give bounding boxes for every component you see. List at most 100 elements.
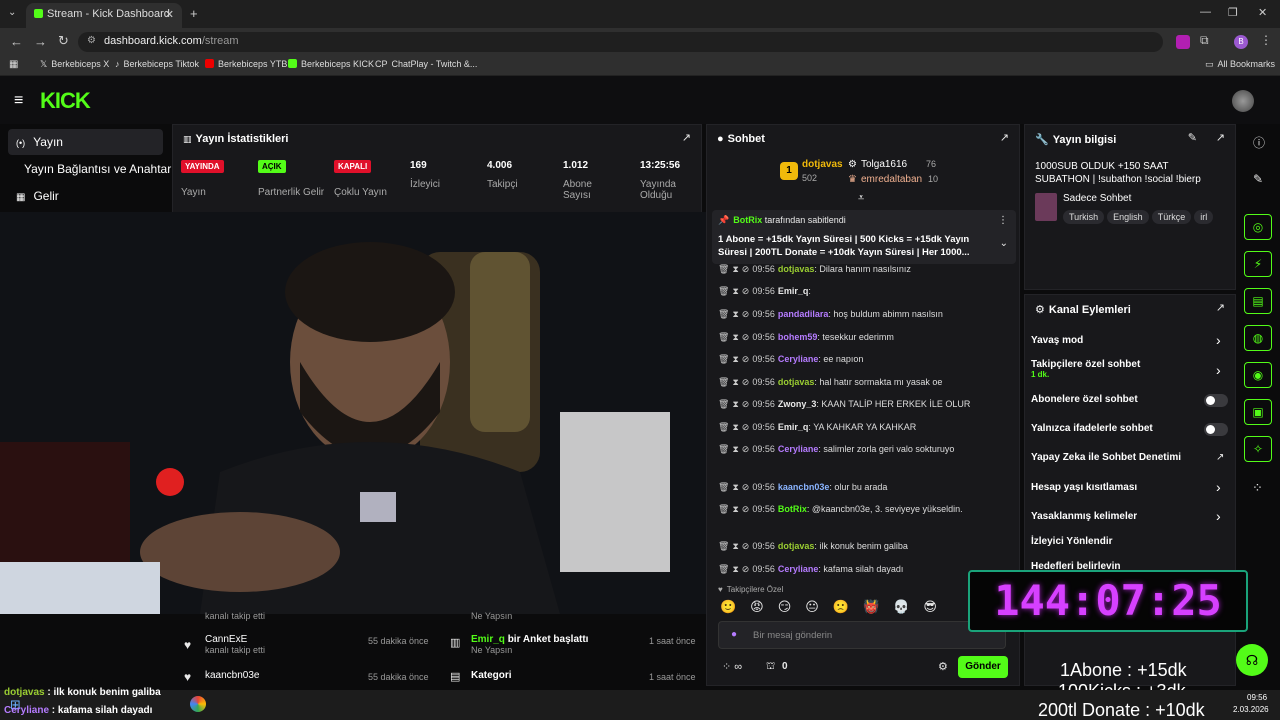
hamburger-menu-icon[interactable]: ≡ — [14, 92, 23, 110]
trash-icon[interactable]: 🗑 — [718, 564, 729, 574]
trash-icon[interactable]: 🗑 — [718, 377, 729, 387]
timeout-icon[interactable]: ⧗ — [732, 422, 738, 432]
ban-icon[interactable]: ⊘ — [742, 399, 750, 409]
chat-username[interactable]: BotRix — [778, 504, 807, 514]
trash-icon[interactable]: 🗑 — [718, 482, 729, 492]
menu-dots-icon[interactable]: ⋮ — [1260, 33, 1272, 47]
chat-message[interactable]: 🗑 ⧗ ⊘ 09:56 Emir_q: — [718, 284, 1006, 298]
timeout-icon[interactable]: ⧗ — [732, 541, 738, 551]
chat-message[interactable]: 🗑 ⧗ ⊘ 09:56 kaancbn03e: olur bu arada — [718, 480, 1006, 494]
chevron-right-icon[interactable]: › — [1216, 479, 1221, 495]
ban-icon[interactable]: ⊘ — [742, 564, 750, 574]
trash-icon[interactable]: 🗑 — [718, 422, 729, 432]
tab-close-icon[interactable]: ✕ — [165, 8, 174, 21]
timeout-icon[interactable]: ⧗ — [732, 332, 738, 342]
chat-message[interactable]: 🗑 ⧗ ⊘ 09:56 dotjavas: ilk konuk benim galiba — [718, 539, 1006, 553]
bookmark-x[interactable]: 𝕏 Berkebiceps X — [40, 59, 109, 70]
bookmark-kick[interactable]: Berkebiceps KICK — [288, 59, 374, 69]
bookmark-chatplay[interactable]: CP ChatPlay - Twitch &... — [375, 59, 477, 69]
user-avatar[interactable] — [1232, 90, 1254, 112]
chat-username[interactable]: dotjavas — [778, 541, 815, 551]
ban-icon[interactable]: ⊘ — [742, 286, 750, 296]
chat-username[interactable]: pandadilara — [778, 309, 829, 319]
chat-settings-icon[interactable]: ⚙ — [938, 660, 948, 673]
chat-username[interactable]: Emir_q — [778, 422, 809, 432]
trash-icon[interactable]: 🗑 — [718, 444, 729, 454]
wrench-icon[interactable]: ✧ — [1244, 436, 1272, 462]
back-icon[interactable]: ← — [10, 34, 23, 49]
subs-only-toggle[interactable] — [1204, 394, 1228, 407]
kick-logo[interactable]: KICK — [40, 88, 91, 114]
banned-words[interactable]: Yasaklanmış kelimeler — [1031, 511, 1137, 522]
set-goals[interactable]: Hedefleri belirleyin — [1031, 561, 1120, 569]
support-headset-icon[interactable]: ☊ — [1236, 644, 1268, 676]
timeout-icon[interactable]: ⧗ — [732, 377, 738, 387]
emote-row[interactable]: 🙂😡😏😐🙁👹💀😎 — [720, 599, 951, 615]
chat-username[interactable]: Ceryliane — [778, 354, 819, 364]
gift-icon[interactable]: ⛫ — [766, 661, 775, 674]
ban-icon[interactable]: ⊘ — [742, 377, 750, 387]
chevron-right-icon[interactable]: › — [1216, 508, 1221, 524]
url-input[interactable]: ⚙ dashboard.kick.com/stream — [78, 32, 1163, 52]
stream-video-preview[interactable] — [0, 212, 712, 614]
ban-icon[interactable]: ⊘ — [742, 264, 750, 274]
chat-message[interactable]: 🗑 ⧗ ⊘ 09:56 Ceryliane: ee napıon — [718, 352, 1006, 366]
apps-grid-icon[interactable]: ▦ — [9, 59, 18, 70]
forward-icon[interactable]: → — [34, 34, 47, 49]
ban-icon[interactable]: ⊘ — [742, 422, 750, 432]
camera-icon[interactable]: ◎ — [1244, 214, 1272, 240]
chat-bubble-icon[interactable]: ◍ — [1244, 325, 1272, 351]
chat-message[interactable]: 🗑 ⧗ ⊘ 09:56 dotjavas: hal hatır sormakta mı … — [718, 375, 1006, 389]
ban-icon[interactable]: ⊘ — [742, 444, 750, 454]
emote-only-toggle[interactable] — [1204, 423, 1228, 436]
expand-leaderboard-icon[interactable]: ⩡ — [858, 192, 864, 205]
slow-mode[interactable]: Yavaş mod — [1031, 335, 1083, 346]
browser-tab[interactable]: Stream - Kick Dashboard ✕ — [26, 3, 182, 28]
site-info-icon[interactable]: ⚙ — [87, 35, 96, 46]
ban-icon[interactable]: ⊘ — [742, 482, 750, 492]
info-popout-icon[interactable]: ↗ — [1216, 131, 1225, 144]
send-button[interactable]: Gönder — [958, 656, 1008, 678]
category-name[interactable]: Sadece Sohbet — [1063, 193, 1131, 204]
ban-icon[interactable]: ⊘ — [742, 541, 750, 551]
timeout-icon[interactable]: ⧗ — [732, 482, 738, 492]
save-icon[interactable]: ▣ — [1244, 399, 1272, 425]
actions-popout-icon[interactable]: ↗ — [1216, 301, 1225, 314]
bookmark-youtube[interactable]: Berkebiceps YTB — [205, 59, 287, 69]
nav-item-revenue[interactable]: ▦ Gelir — [8, 183, 163, 209]
chevron-right-icon[interactable]: › — [1216, 362, 1221, 378]
ban-icon[interactable]: ⊘ — [742, 309, 750, 319]
ban-icon[interactable]: ⊘ — [742, 332, 750, 342]
extensions-puzzle-icon[interactable]: ⧉ — [1200, 33, 1209, 48]
maximize-icon[interactable]: ❐ — [1228, 6, 1238, 19]
external-link-icon[interactable]: ↗ — [1216, 452, 1224, 463]
raid[interactable]: İzleyici Yönlendir — [1031, 536, 1113, 547]
timeout-icon[interactable]: ⧗ — [732, 444, 738, 454]
chevron-down-icon[interactable]: ⌄ — [1000, 238, 1008, 249]
trash-icon[interactable]: 🗑 — [718, 504, 729, 514]
trash-icon[interactable]: 🗑 — [718, 541, 729, 551]
timeout-icon[interactable]: ⧗ — [732, 309, 738, 319]
bookmark-tiktok[interactable]: ♪ Berkebiceps Tiktok — [115, 59, 199, 69]
chat-username[interactable]: dotjavas — [778, 377, 815, 387]
nav-item-stream-key[interactable]: Yayın Bağlantısı ve Anahtarı — [16, 156, 175, 182]
add-widget-icon[interactable]: ⁘ — [1252, 480, 1263, 496]
chat-message[interactable]: 🗑 ⧗ ⊘ 09:56 pandadilara: hoş buldum abimm na… — [718, 307, 1006, 321]
all-bookmarks[interactable]: ▭ All Bookmarks — [1205, 59, 1275, 70]
timeout-icon[interactable]: ⧗ — [732, 399, 738, 409]
top-gifter-name[interactable]: dotjavas — [802, 159, 843, 170]
chrome-icon[interactable] — [190, 696, 206, 712]
timeout-icon[interactable]: ⧗ — [732, 504, 738, 514]
pencil-icon[interactable]: ✎ — [1253, 172, 1263, 186]
trash-icon[interactable]: 🗑 — [718, 309, 729, 319]
window-close-icon[interactable]: ✕ — [1258, 6, 1267, 19]
ban-icon[interactable]: ⊘ — [742, 354, 750, 364]
gifter-3[interactable]: ♛ emredaltaban — [848, 174, 922, 185]
chat-username[interactable]: Ceryliane — [778, 444, 819, 454]
account-age-restriction[interactable]: Hesap yaşı kısıtlaması — [1031, 482, 1137, 493]
chat-message[interactable]: 🗑 ⧗ ⊘ 09:56 Emir_q: YA KAHKAR YA KAHKAR — [718, 420, 1006, 434]
chat-username[interactable]: Emir_q — [778, 286, 809, 296]
tab-search-icon[interactable]: ⌄ — [8, 7, 16, 18]
chevron-right-icon[interactable]: › — [1216, 332, 1221, 348]
chat-message[interactable]: 🗑 ⧗ ⊘ 09:56 bohem59: tesekkur ederimm — [718, 330, 1006, 344]
